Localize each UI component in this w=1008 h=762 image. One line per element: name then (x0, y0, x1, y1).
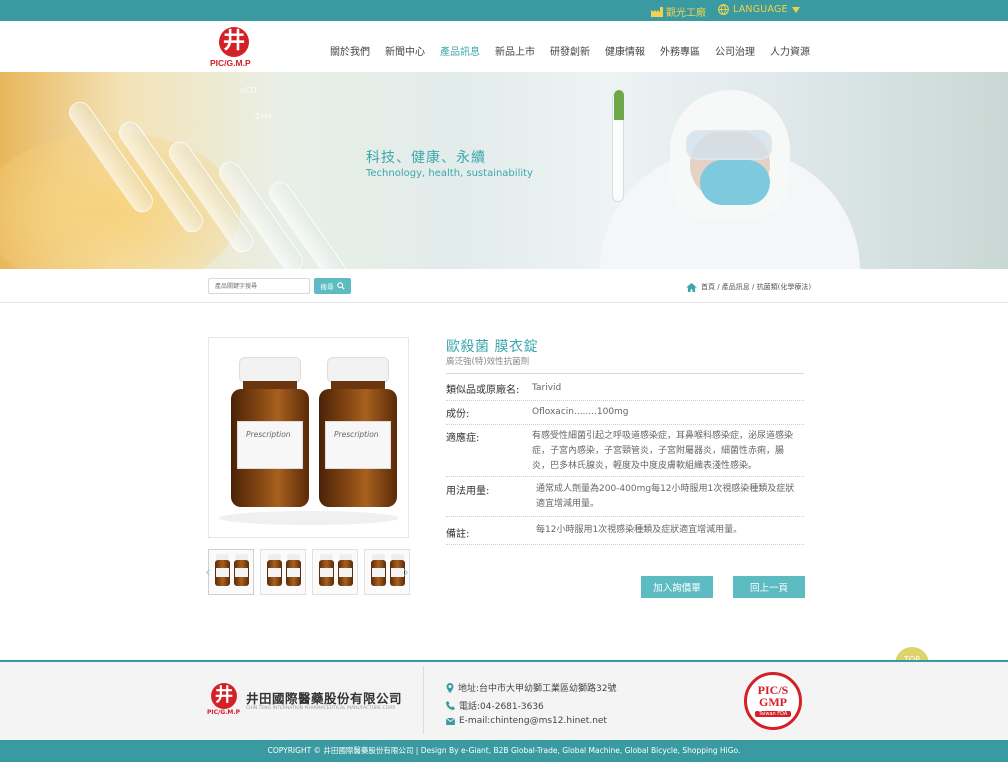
banner-slogan-en: Technology, health, sustainability (366, 168, 533, 179)
spec-key: 備註: (446, 529, 470, 540)
spec-value: 通常成人劑量為200-400mg每12小時服用1次視感染種類及症狀適宜增減用量。 (536, 484, 795, 509)
thumbnail[interactable] (312, 549, 358, 595)
breadcrumb-text[interactable]: 首頁 / 產品訊息 / 抗菌類(化學療法) (701, 282, 811, 292)
home-icon[interactable] (686, 282, 697, 292)
nav-item-news[interactable]: 新聞中心 (385, 43, 425, 58)
spec-key: 適應症: (446, 433, 480, 444)
mail-icon (446, 717, 455, 725)
search-button-label: 搜尋 (320, 284, 334, 291)
factory-label: 觀光工廠 (666, 8, 706, 19)
factory-link[interactable]: 觀光工廠 (651, 4, 706, 19)
logo-text: PIC/G.M.P (210, 58, 251, 68)
hero-banner: nCO 2nH 科技、健康、永續 Technology, health, sus… (0, 72, 1008, 269)
globe-icon (718, 4, 729, 15)
thumbnail[interactable] (208, 549, 254, 595)
chevron-right-icon[interactable]: › (403, 565, 409, 580)
company-name-en: CHIN TENG INTERNATION PHARMACEUTICAL MAN… (246, 706, 396, 711)
pics-gmp-badge: PIC/S GMP Taiwan FDA (744, 672, 802, 730)
plant-image (614, 90, 624, 120)
spec-key: 用法用量: (446, 486, 490, 497)
phone-icon (446, 701, 455, 710)
back-button[interactable]: 回上一頁 (733, 576, 805, 598)
product-title: 歐殺菌 膜衣錠 (446, 339, 538, 355)
nav-item-about[interactable]: 關於我們 (330, 43, 370, 58)
product-main-image[interactable]: Prescription Prescription (208, 337, 409, 538)
factory-icon (651, 6, 663, 17)
language-selector[interactable]: LANGUAGE (718, 4, 800, 15)
divider (423, 666, 424, 734)
nav-item-governance[interactable]: 公司治理 (715, 43, 755, 58)
nav-item-sales[interactable]: 外務專區 (660, 43, 700, 58)
spec-value: 有感受性細菌引起之呼吸道感染症，耳鼻喉科感染症，泌尿道感染症，子宮內感染，子宮頸… (532, 431, 794, 471)
copyright: COPYRIGHT © 井田國際醫藥股份有限公司 | Design By e-G… (0, 740, 1008, 762)
nav-item-research[interactable]: 研發創新 (550, 43, 590, 58)
banner-slogan: 科技、健康、永續 (366, 150, 486, 166)
spec-key: 成份: (446, 409, 470, 420)
main-nav: 關於我們 新聞中心 產品訊息 新品上市 研發創新 健康情報 外務專區 公司治理 … (330, 43, 825, 58)
logo-mark: 井 (219, 27, 249, 57)
spec-value: 每12小時服用1次視感染種類及症狀適宜增減用量。 (536, 525, 743, 535)
chemical-formula: nCO 2nH (240, 86, 272, 121)
footer-email[interactable]: E-mail:chinteng@ms12.hinet.net (446, 716, 607, 726)
spec-value: Ofloxacin........100mg (532, 407, 629, 417)
site-logo[interactable]: 井 PIC/G.M.P (210, 27, 270, 69)
footer-address: 地址:台中市大甲幼獅工業區幼獅路32號 (446, 681, 617, 694)
nav-item-hr[interactable]: 人力資源 (770, 43, 810, 58)
divider (446, 373, 804, 374)
bottle-image: Prescription (231, 357, 309, 507)
spec-key: 類似品或原廠名: (446, 385, 520, 396)
thumbnail[interactable] (260, 549, 306, 595)
search-button[interactable]: 搜尋 (314, 278, 351, 294)
product-subtitle: 廣泛強(特)效性抗菌劑 (446, 357, 530, 367)
thumbnail-strip (208, 549, 410, 595)
chevron-down-icon (791, 6, 800, 13)
footer-logo: 井 PIC/G.M.P (207, 683, 241, 716)
search-bar-row (0, 269, 1008, 303)
nav-item-products[interactable]: 產品訊息 (440, 43, 480, 58)
nav-item-health[interactable]: 健康情報 (605, 43, 645, 58)
company-name: 井田國際醫藥股份有限公司 (246, 691, 403, 706)
footer-phone: 電話:04-2681-3636 (446, 699, 544, 712)
bottle-image: Prescription (319, 357, 397, 507)
top-bar: 觀光工廠 LANGUAGE (0, 0, 1008, 21)
language-label: LANGUAGE (733, 4, 788, 15)
search-icon (336, 282, 345, 290)
nav-item-new-products[interactable]: 新品上市 (495, 43, 535, 58)
breadcrumb: 首頁 / 產品訊息 / 抗菌類(化學療法) (686, 282, 811, 292)
spec-value: Tarivid (532, 383, 562, 393)
location-pin-icon (446, 682, 454, 693)
add-to-inquiry-button[interactable]: 加入詢價單 (641, 576, 713, 598)
search-input[interactable] (208, 278, 310, 294)
chevron-left-icon[interactable]: ‹ (205, 565, 211, 580)
scientist-image (560, 90, 880, 269)
